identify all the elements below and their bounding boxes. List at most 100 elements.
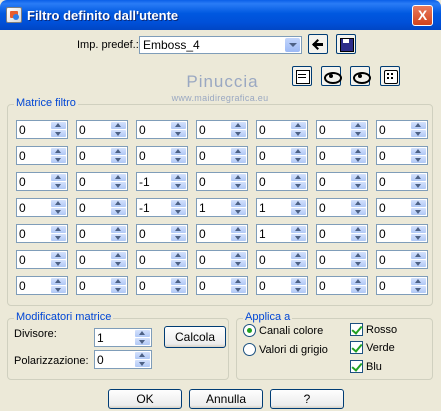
- matrix-cell-r3c1[interactable]: 0: [16, 172, 68, 191]
- matrix-cell-r6c1[interactable]: 0: [16, 250, 68, 269]
- spin-down-icon[interactable]: [51, 260, 66, 267]
- matrix-cell-r6c6[interactable]: 0: [316, 250, 368, 269]
- matrix-cell-r5c4[interactable]: 0: [196, 224, 248, 243]
- matrix-cell-r7c2[interactable]: 0: [76, 276, 128, 295]
- matrix-spin-buttons[interactable]: [291, 148, 306, 163]
- spin-down-icon[interactable]: [171, 182, 186, 189]
- matrix-cell-r2c6[interactable]: 0: [316, 146, 368, 165]
- spin-up-icon[interactable]: [291, 252, 306, 259]
- matrix-spin-buttons[interactable]: [51, 174, 66, 189]
- spin-up-icon[interactable]: [411, 174, 426, 181]
- matrix-cell-r1c3[interactable]: 0: [136, 120, 188, 139]
- matrix-cell-r7c4[interactable]: 0: [196, 276, 248, 295]
- spin-down-icon[interactable]: [111, 130, 126, 137]
- spin-up-icon[interactable]: [291, 200, 306, 207]
- spin-down-icon[interactable]: [351, 260, 366, 267]
- matrix-cell-r4c3[interactable]: -1: [136, 198, 188, 217]
- spin-down-icon[interactable]: [291, 234, 306, 241]
- spin-down-icon[interactable]: [111, 260, 126, 267]
- spin-down-icon[interactable]: [51, 182, 66, 189]
- matrix-cell-r3c7[interactable]: 0: [376, 172, 428, 191]
- preview-eye-icon[interactable]: [321, 66, 342, 86]
- spin-down-icon[interactable]: [411, 286, 426, 293]
- spin-down-icon[interactable]: [351, 208, 366, 215]
- checkbox-blu[interactable]: [350, 360, 363, 373]
- matrix-cell-r4c5[interactable]: 1: [256, 198, 308, 217]
- matrix-spin-buttons[interactable]: [231, 226, 246, 241]
- spin-up-icon[interactable]: [51, 122, 66, 129]
- matrix-spin-buttons[interactable]: [111, 226, 126, 241]
- matrix-cell-r2c2[interactable]: 0: [76, 146, 128, 165]
- matrix-cell-r7c5[interactable]: 0: [256, 276, 308, 295]
- spin-up-icon[interactable]: [411, 252, 426, 259]
- spin-up-icon[interactable]: [51, 200, 66, 207]
- spin-up-icon[interactable]: [351, 200, 366, 207]
- spin-down-icon[interactable]: [171, 156, 186, 163]
- matrix-cell-r3c4[interactable]: 0: [196, 172, 248, 191]
- matrix-spin-buttons[interactable]: [351, 174, 366, 189]
- matrix-cell-r1c2[interactable]: 0: [76, 120, 128, 139]
- spin-down-icon[interactable]: [291, 156, 306, 163]
- spin-up-icon[interactable]: [351, 122, 366, 129]
- matrix-spin-buttons[interactable]: [171, 122, 186, 137]
- matrix-spin-buttons[interactable]: [291, 252, 306, 267]
- calcola-button[interactable]: Calcola: [164, 326, 226, 348]
- spin-up-icon[interactable]: [135, 330, 150, 337]
- matrix-spin-buttons[interactable]: [351, 148, 366, 163]
- spin-up-icon[interactable]: [111, 148, 126, 155]
- spin-up-icon[interactable]: [411, 278, 426, 285]
- matrix-spin-buttons[interactable]: [111, 200, 126, 215]
- radio-valori-grigio[interactable]: [243, 343, 256, 356]
- spin-down-icon[interactable]: [231, 208, 246, 215]
- spin-up-icon[interactable]: [111, 226, 126, 233]
- matrix-cell-r7c7[interactable]: 0: [376, 276, 428, 295]
- matrix-spin-buttons[interactable]: [411, 278, 426, 293]
- matrix-cell-r6c7[interactable]: 0: [376, 250, 428, 269]
- matrix-spin-buttons[interactable]: [291, 200, 306, 215]
- spin-down-icon[interactable]: [111, 182, 126, 189]
- matrix-spin-buttons[interactable]: [411, 200, 426, 215]
- matrix-spin-buttons[interactable]: [291, 278, 306, 293]
- checkbox-verde[interactable]: [350, 341, 363, 354]
- spin-up-icon[interactable]: [51, 148, 66, 155]
- spin-down-icon[interactable]: [411, 182, 426, 189]
- matrix-cell-r1c1[interactable]: 0: [16, 120, 68, 139]
- spin-down-icon[interactable]: [231, 286, 246, 293]
- close-button[interactable]: X: [412, 5, 433, 26]
- matrix-cell-r6c2[interactable]: 0: [76, 250, 128, 269]
- matrix-spin-buttons[interactable]: [171, 200, 186, 215]
- spin-up-icon[interactable]: [231, 252, 246, 259]
- matrix-spin-buttons[interactable]: [411, 252, 426, 267]
- spin-down-icon[interactable]: [135, 338, 150, 345]
- matrix-cell-r1c5[interactable]: 0: [256, 120, 308, 139]
- matrix-cell-r1c6[interactable]: 0: [316, 120, 368, 139]
- matrix-spin-buttons[interactable]: [51, 226, 66, 241]
- matrix-cell-r5c3[interactable]: 0: [136, 224, 188, 243]
- proof-eye-icon[interactable]: [350, 66, 371, 86]
- spin-down-icon[interactable]: [291, 286, 306, 293]
- matrix-cell-r2c7[interactable]: 0: [376, 146, 428, 165]
- spin-down-icon[interactable]: [231, 156, 246, 163]
- spin-up-icon[interactable]: [231, 174, 246, 181]
- spin-down-icon[interactable]: [411, 208, 426, 215]
- spin-up-icon[interactable]: [351, 278, 366, 285]
- spin-down-icon[interactable]: [171, 234, 186, 241]
- divisor-spin-buttons[interactable]: [135, 330, 150, 345]
- matrix-cell-r3c2[interactable]: 0: [76, 172, 128, 191]
- spin-down-icon[interactable]: [51, 208, 66, 215]
- panel-icon[interactable]: [292, 66, 312, 86]
- title-bar[interactable]: Filtro definito dall'utente X: [0, 0, 441, 30]
- matrix-spin-buttons[interactable]: [411, 226, 426, 241]
- spin-up-icon[interactable]: [231, 278, 246, 285]
- spin-down-icon[interactable]: [51, 234, 66, 241]
- matrix-spin-buttons[interactable]: [351, 226, 366, 241]
- spin-down-icon[interactable]: [171, 286, 186, 293]
- spin-up-icon[interactable]: [411, 226, 426, 233]
- spin-down-icon[interactable]: [291, 130, 306, 137]
- spin-up-icon[interactable]: [351, 174, 366, 181]
- spin-down-icon[interactable]: [231, 234, 246, 241]
- matrix-spin-buttons[interactable]: [111, 252, 126, 267]
- spin-down-icon[interactable]: [351, 182, 366, 189]
- spin-up-icon[interactable]: [411, 122, 426, 129]
- matrix-cell-r2c1[interactable]: 0: [16, 146, 68, 165]
